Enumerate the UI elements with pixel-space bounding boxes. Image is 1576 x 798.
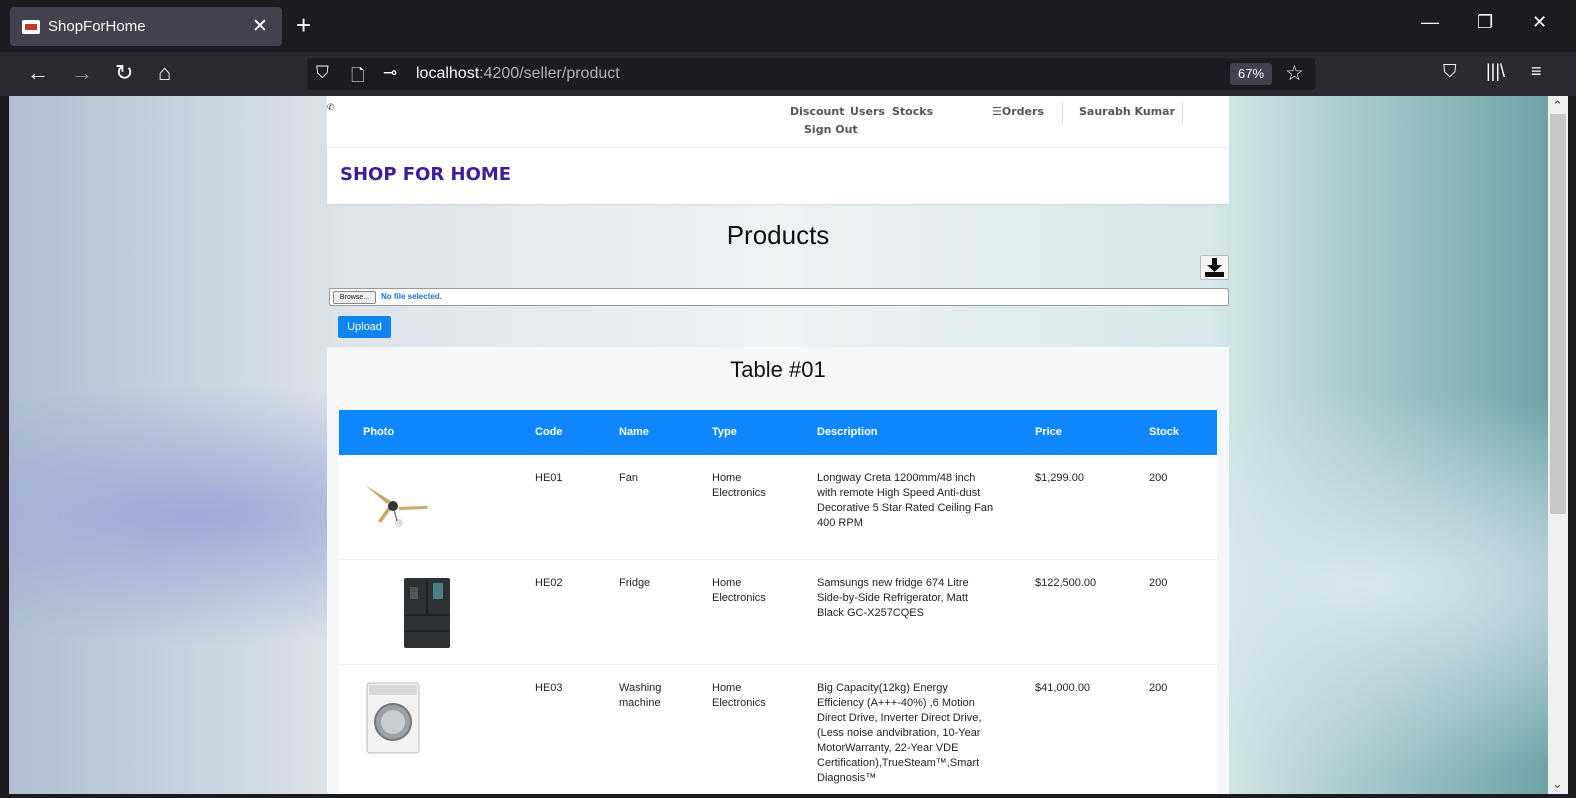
cell-code: HE02 <box>535 577 563 589</box>
header-name: Name <box>619 426 649 438</box>
nav-separator <box>1182 102 1183 124</box>
key-icon[interactable]: ⊸ <box>383 63 397 83</box>
browser-tab-bar: ShopForHome ✕ + — ❐ ✕ <box>0 0 1576 52</box>
table-header: Photo Code Name Type Description Price S… <box>339 410 1217 455</box>
cell-code: HE03 <box>535 682 563 694</box>
cell-name: Fan <box>619 472 638 484</box>
cell-type: Home Electronics <box>712 472 766 499</box>
cell-price: $1,299.00 <box>1035 472 1084 484</box>
file-status: No file selected. <box>381 292 442 301</box>
cell-type: Home Electronics <box>712 682 766 709</box>
nav-sign-out[interactable]: Sign Out <box>804 123 858 136</box>
fridge-image <box>404 578 450 648</box>
nav-stocks[interactable]: Stocks <box>892 105 933 118</box>
brand-logo[interactable]: SHOP FOR HOME <box>340 164 511 185</box>
scroll-down-icon[interactable]: ⌄ <box>1552 776 1563 792</box>
reload-icon[interactable]: ↻ <box>115 60 133 86</box>
table-row[interactable]: HE02 Fridge Home Electronics Samsungs ne… <box>339 560 1217 665</box>
download-button[interactable] <box>1200 255 1229 280</box>
cell-code: HE01 <box>535 472 563 484</box>
washing-machine-image <box>366 682 420 754</box>
cell-stock: 200 <box>1149 577 1168 589</box>
scroll-thumb[interactable] <box>1550 114 1566 514</box>
shield-icon[interactable]: ⛉ <box>316 63 329 83</box>
cell-description: Big Capacity(12kg) Energy Efficiency (A+… <box>817 682 982 784</box>
header-type: Type <box>712 426 737 438</box>
file-input[interactable]: Browse... No file selected. <box>329 288 1229 306</box>
browse-button[interactable]: Browse... <box>333 291 376 304</box>
tab-title: ShopForHome <box>48 18 146 35</box>
page-title: Products <box>726 220 830 250</box>
download-icon <box>1205 258 1224 277</box>
table-card: Table #01 Photo Code Name Type Descripti… <box>327 347 1229 794</box>
cell-name: Washing machine <box>619 682 662 709</box>
nav-user-name[interactable]: Saurabh Kumar <box>1079 105 1175 118</box>
url-host: localhost <box>416 65 480 82</box>
header-code: Code <box>535 426 563 438</box>
phone-icon: ✆ <box>327 102 335 112</box>
bookmark-star-icon[interactable]: ☆ <box>1285 61 1304 86</box>
back-icon[interactable]: ← <box>27 60 49 86</box>
table-title: Table #01 <box>730 357 826 382</box>
url-text[interactable]: localhost:4200/seller/product <box>416 65 620 83</box>
header-price: Price <box>1035 426 1062 438</box>
scroll-up-icon[interactable]: ⌃ <box>1552 98 1563 114</box>
nav-separator <box>1062 102 1063 124</box>
close-window-icon[interactable]: ✕ <box>1532 12 1547 33</box>
cell-description: Samsungs new fridge 674 Litre Side-by-Si… <box>817 577 969 619</box>
browser-nav-bar: ← → ↻ ⌂ ⛉ 🗋 ⊸ localhost:4200/seller/prod… <box>0 52 1576 96</box>
cell-price: $41,000.00 <box>1035 682 1091 694</box>
table-row[interactable]: HE01 Fan Home Electronics Longway Creta … <box>339 455 1217 560</box>
zoom-level[interactable]: 67% <box>1230 63 1272 85</box>
url-bar[interactable]: ⛉ 🗋 ⊸ localhost:4200/seller/product 67% … <box>307 58 1315 90</box>
products-table: Photo Code Name Type Description Price S… <box>339 410 1217 794</box>
cell-name: Fridge <box>619 577 651 589</box>
cell-stock: 200 <box>1149 472 1168 484</box>
cell-price: $122,500.00 <box>1035 577 1097 589</box>
favicon-icon <box>22 19 40 34</box>
page-viewport: ✆ Discount Users Stocks ☰Orders Saurabh … <box>9 96 1548 794</box>
cell-type: Home Electronics <box>712 577 766 604</box>
home-icon[interactable]: ⌂ <box>158 60 171 86</box>
top-nav: ✆ Discount Users Stocks ☰Orders Saurabh … <box>327 96 1229 148</box>
nav-discount[interactable]: Discount <box>790 105 844 118</box>
table-row[interactable]: HE03 Washing machine Home Electronics Bi… <box>339 665 1217 794</box>
header-photo: Photo <box>363 426 395 438</box>
menu-icon[interactable]: ≡ <box>1531 61 1542 82</box>
nav-users[interactable]: Users <box>850 105 885 118</box>
cell-description: Longway Creta 1200mm/48 inch with remote… <box>817 472 994 529</box>
pocket-icon[interactable]: ⛉ <box>1443 61 1457 82</box>
header-stock: Stock <box>1149 426 1179 438</box>
nav-orders[interactable]: ☰Orders <box>992 105 1044 118</box>
page-scrollbar[interactable]: ⌃ ⌄ <box>1548 96 1568 794</box>
ceiling-fan-image <box>365 485 428 527</box>
cell-stock: 200 <box>1149 682 1168 694</box>
browser-tab[interactable]: ShopForHome ✕ <box>10 7 282 46</box>
new-tab-icon[interactable]: + <box>296 12 311 38</box>
forward-icon[interactable]: → <box>71 60 93 86</box>
restore-icon[interactable]: ❐ <box>1477 12 1493 33</box>
upload-button[interactable]: Upload <box>338 316 391 338</box>
brand-bar: SHOP FOR HOME <box>327 148 1229 204</box>
page-icon[interactable]: 🗋 <box>351 63 365 92</box>
library-icon[interactable]: |||\ <box>1486 61 1505 82</box>
tab-close-icon[interactable]: ✕ <box>250 15 270 38</box>
header-description: Description <box>817 426 878 438</box>
minimize-icon[interactable]: — <box>1421 12 1439 33</box>
url-path: :4200/seller/product <box>479 65 620 82</box>
